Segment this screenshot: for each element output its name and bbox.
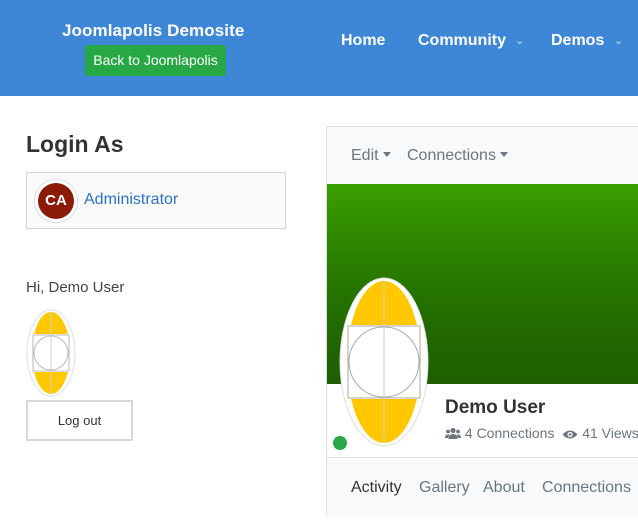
avatar-initials: CA — [38, 183, 74, 219]
tab-connections[interactable]: Connections — [542, 479, 631, 497]
profile-name: Demo User — [445, 397, 546, 418]
profile-toolbar: Edit Connections — [327, 127, 638, 184]
greeting-text: Hi, Demo User — [26, 279, 125, 296]
user-avatar-placeholder-icon[interactable] — [26, 309, 76, 397]
logout-button[interactable]: Log out — [26, 400, 133, 441]
online-status-icon — [333, 436, 347, 450]
tab-activity[interactable]: Activity — [351, 479, 402, 497]
caret-down-icon — [499, 152, 508, 157]
site-header: Joomlapolis Demosite Back to Joomlapolis… — [0, 0, 638, 96]
connections-count[interactable]: 4 Connections — [465, 425, 555, 441]
nav-community[interactable]: Community — [418, 31, 506, 51]
login-as-user-card: CA Administrator — [26, 172, 286, 229]
views-count: 41 Views — [582, 425, 638, 441]
tab-about[interactable]: About — [483, 479, 525, 497]
nav-demos[interactable]: Demos — [551, 31, 604, 51]
edit-dropdown-label: Edit — [351, 147, 379, 164]
nav-home[interactable]: Home — [341, 31, 385, 51]
connections-dropdown[interactable]: Connections — [407, 147, 508, 165]
login-as-title: Login As — [26, 131, 124, 157]
administrator-link[interactable]: Administrator — [84, 191, 178, 209]
caret-down-icon — [382, 152, 391, 157]
tab-gallery[interactable]: Gallery — [419, 479, 470, 497]
back-to-joomlapolis-button[interactable]: Back to Joomlapolis — [85, 45, 226, 76]
edit-dropdown[interactable]: Edit — [351, 147, 391, 165]
site-title[interactable]: Joomlapolis Demosite — [62, 21, 244, 41]
chevron-down-icon[interactable]: ⌄ — [614, 31, 623, 51]
users-icon — [445, 427, 461, 439]
profile-card: Edit Connections Demo User 4 Connections — [326, 126, 638, 517]
profile-avatar-placeholder-icon[interactable] — [339, 277, 429, 447]
eye-icon — [562, 430, 578, 439]
chevron-down-icon[interactable]: ⌄ — [515, 31, 524, 51]
profile-stats: 4 Connections 41 Views — [445, 425, 638, 441]
profile-tabs: Activity Gallery About Connections — [327, 457, 638, 517]
connections-dropdown-label: Connections — [407, 147, 496, 164]
avatar[interactable]: CA — [34, 179, 78, 223]
